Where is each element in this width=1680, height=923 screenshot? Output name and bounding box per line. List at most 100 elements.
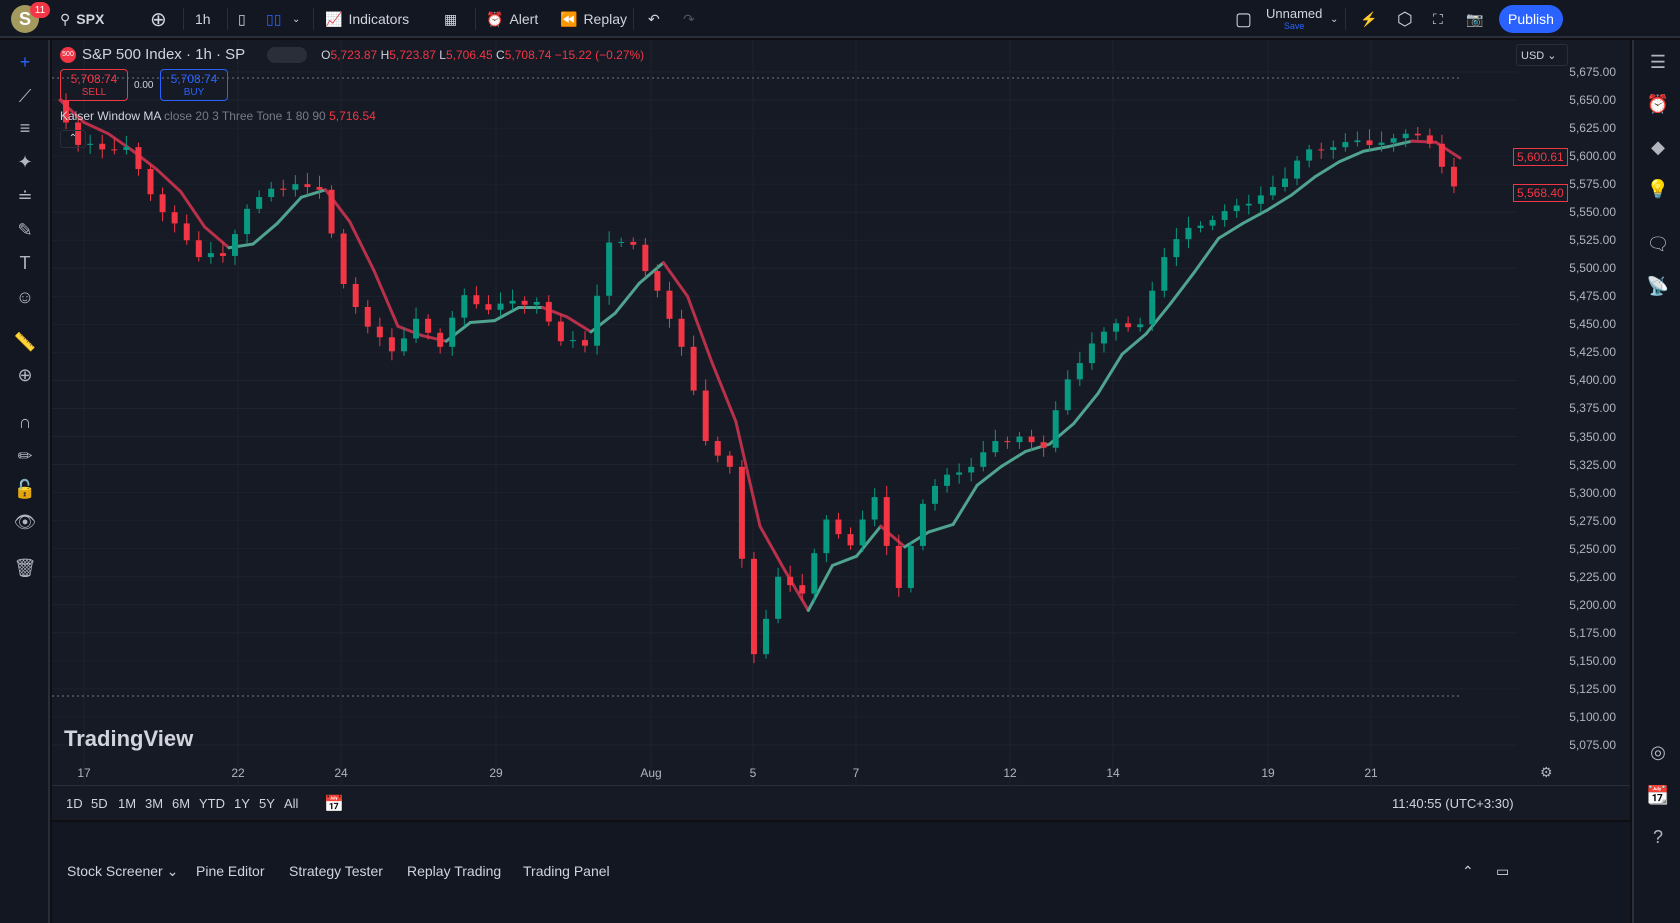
- candle-body: [618, 241, 625, 243]
- price-label: 5,075.00: [1569, 737, 1616, 752]
- bar-style-icon[interactable]: ▯: [238, 0, 246, 38]
- crosshair-icon[interactable]: +: [13, 50, 37, 74]
- axis-settings-icon[interactable]: ⚙: [1540, 764, 1553, 781]
- pattern-icon[interactable]: ✦: [13, 150, 37, 174]
- clock[interactable]: 11:40:55 (UTC+3:30): [1392, 796, 1514, 811]
- sell-button[interactable]: 5,708.74 SELL: [60, 69, 128, 101]
- range-6m[interactable]: 6M: [172, 796, 190, 811]
- candle-body: [1426, 135, 1433, 144]
- ruler-icon[interactable]: 📏: [13, 330, 37, 354]
- candle-body: [1064, 379, 1071, 411]
- candle-body: [992, 441, 999, 453]
- settings-icon[interactable]: ⬡: [1397, 0, 1413, 38]
- trend-line-icon[interactable]: ⟋: [13, 84, 37, 108]
- target-icon[interactable]: ◎: [1646, 740, 1670, 764]
- magnet-icon[interactable]: ∩: [13, 410, 37, 434]
- candle-body: [883, 497, 890, 546]
- price-label: 5,575.00: [1569, 177, 1616, 192]
- range-3m[interactable]: 3M: [145, 796, 163, 811]
- tab-stock-screener[interactable]: Stock Screener ⌄: [67, 863, 178, 880]
- price-axis[interactable]: USD ⌄ 5,675.00 5,650.00 5,625.00 5,600.00 5,…: [1513, 40, 1630, 820]
- undo-icon[interactable]: ↶: [648, 0, 660, 38]
- help-icon[interactable]: ?: [1646, 825, 1670, 849]
- chart-pane[interactable]: 500 S&P 500 Index · 1h · SP O5,723.87 H5…: [52, 40, 1630, 820]
- calendar-icon[interactable]: 📆: [1646, 783, 1670, 807]
- layout-square-icon[interactable]: ▢: [1235, 0, 1252, 38]
- calendar-icon[interactable]: 📅: [324, 794, 344, 814]
- buy-button[interactable]: 5,708.74 BUY: [160, 69, 228, 101]
- range-all[interactable]: All: [284, 796, 298, 811]
- price-chart[interactable]: [52, 40, 1518, 820]
- alert-button[interactable]: ⏰ Alert: [486, 0, 538, 38]
- tab-pine-editor[interactable]: Pine Editor: [196, 863, 264, 879]
- range-1y[interactable]: 1Y: [234, 796, 250, 811]
- brush-icon[interactable]: ✎: [13, 218, 37, 242]
- date-label: 19: [1261, 766, 1275, 780]
- candle-body: [726, 455, 733, 467]
- range-5d[interactable]: 5D: [91, 796, 108, 811]
- compare-plus-icon[interactable]: ⊕: [150, 0, 167, 38]
- ma-segment: [758, 524, 786, 571]
- ideas-bulb-icon[interactable]: 💡: [1646, 177, 1670, 201]
- symbol-title[interactable]: S&P 500 Index · 1h · SP: [82, 46, 245, 63]
- text-icon[interactable]: T: [13, 251, 37, 275]
- save-link[interactable]: Save: [1266, 21, 1322, 31]
- candle-body: [1088, 343, 1095, 364]
- candle-body: [968, 466, 975, 473]
- candle-body: [533, 301, 540, 305]
- range-ytd[interactable]: YTD: [199, 796, 225, 811]
- signals-icon[interactable]: 📡: [1646, 274, 1670, 298]
- candle-body: [316, 186, 323, 190]
- ma-segment: [468, 319, 496, 325]
- layers-icon[interactable]: ◆: [1646, 135, 1670, 159]
- camera-icon[interactable]: 📷: [1466, 0, 1483, 38]
- range-1m[interactable]: 1M: [118, 796, 136, 811]
- trash-icon[interactable]: 🗑: [13, 556, 37, 580]
- range-5y[interactable]: 5Y: [259, 796, 275, 811]
- fib-icon[interactable]: ≡: [13, 116, 37, 140]
- symbol-search[interactable]: ⚲ SPX: [60, 0, 104, 38]
- alarm-clock-icon[interactable]: ⏰: [1646, 92, 1670, 116]
- candle-body: [956, 472, 963, 475]
- replay-button[interactable]: ⏪ Replay: [560, 0, 627, 38]
- range-1d[interactable]: 1D: [66, 796, 83, 811]
- quick-search-icon[interactable]: ⚡: [1360, 0, 1377, 38]
- lock-icon[interactable]: 🔓: [13, 477, 37, 501]
- collapse-legend-button[interactable]: ⌃: [60, 130, 86, 148]
- redo-icon[interactable]: ↷: [683, 0, 695, 38]
- candle-body: [1209, 220, 1216, 226]
- tab-replay-trading[interactable]: Replay Trading: [407, 863, 501, 879]
- templates-icon[interactable]: ▦: [444, 0, 457, 38]
- visibility-toggle[interactable]: [267, 46, 308, 63]
- prediction-icon[interactable]: ≐: [13, 184, 37, 208]
- chevron-down-icon[interactable]: ⌄: [1330, 0, 1338, 38]
- tab-trading-panel[interactable]: Trading Panel: [523, 863, 610, 879]
- maximize-panel-icon[interactable]: ▭: [1496, 863, 1509, 880]
- chevron-down-icon[interactable]: ⌄: [292, 0, 300, 38]
- interval-button[interactable]: 1h: [195, 0, 211, 38]
- lock-drawing-icon[interactable]: ✏: [13, 444, 37, 468]
- currency-select[interactable]: USD ⌄: [1516, 44, 1568, 66]
- last-price-tag: 5,568.40: [1513, 184, 1568, 202]
- candle-body: [1149, 290, 1156, 325]
- fullscreen-icon[interactable]: ⛶: [1433, 0, 1443, 38]
- layout-name[interactable]: Unnamed Save: [1266, 6, 1322, 31]
- collapse-panel-icon[interactable]: ⌃: [1462, 863, 1474, 880]
- candle-body: [376, 326, 383, 338]
- indicator-legend[interactable]: Kaiser Window MA close 20 3 Three Tone 1…: [60, 109, 376, 123]
- candle-body: [690, 346, 697, 391]
- emoji-icon[interactable]: ☺: [13, 285, 37, 309]
- candle-body: [195, 240, 202, 258]
- zoom-icon[interactable]: ⊕: [13, 363, 37, 387]
- publish-button[interactable]: Publish: [1499, 5, 1563, 33]
- watchlist-icon[interactable]: ☰: [1646, 50, 1670, 74]
- price-label: 5,550.00: [1569, 205, 1616, 220]
- tab-strategy-tester[interactable]: Strategy Tester: [289, 863, 383, 879]
- ma-segment: [1313, 160, 1341, 179]
- candles-icon[interactable]: ▯▯: [266, 0, 281, 38]
- indicators-button[interactable]: 📈 Indicators: [325, 0, 409, 38]
- candle-body: [437, 332, 444, 347]
- eye-icon[interactable]: 👁: [13, 510, 37, 534]
- chat-icon[interactable]: 🗨: [1646, 232, 1670, 256]
- candle-body: [232, 234, 238, 256]
